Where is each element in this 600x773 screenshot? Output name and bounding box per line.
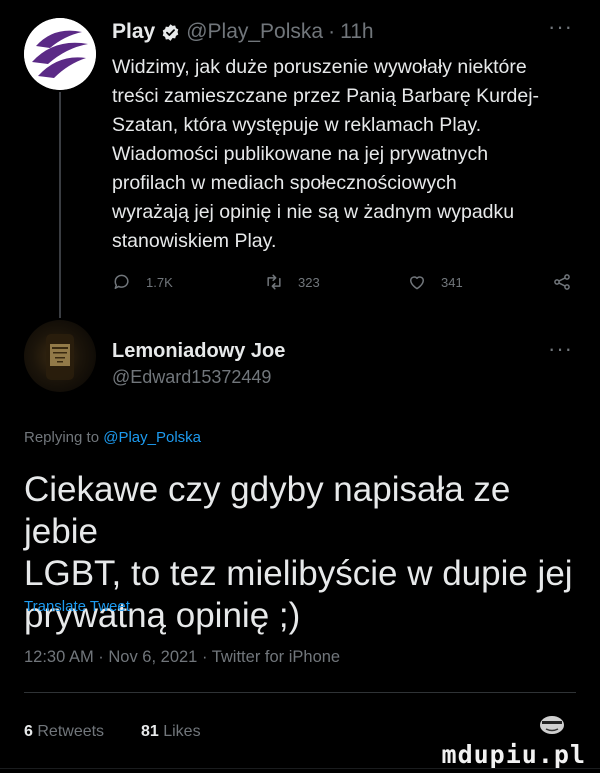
verified-badge-icon: [162, 23, 179, 41]
lemoniadowy-avatar[interactable]: [24, 320, 96, 392]
tweet1-text: Widzimy, jak duże poruszenie wywołały ni…: [112, 53, 582, 256]
heart-icon: [410, 276, 424, 290]
tweet-stats: 6 Retweets 81 Likes: [24, 723, 201, 741]
play-logo-icon: [24, 18, 96, 90]
replying-to: Replying to @Play_Polska: [24, 429, 201, 446]
header-separator: ·: [328, 20, 336, 43]
like-button[interactable]: 341: [407, 272, 463, 292]
thread-line: [59, 92, 61, 318]
tweet1-line: stanowiskiem Play.: [112, 230, 277, 252]
retweets-label: Retweets: [37, 723, 105, 740]
divider: [24, 692, 576, 693]
bottle-label-icon: [46, 334, 74, 380]
retweet-count: 323: [298, 274, 320, 290]
tweet1-line: wyrażają jej opinię i nie są w żadnym wy…: [112, 201, 515, 223]
retweet-icon: [267, 274, 281, 290]
tweet1-actions: 1.7K 323 341: [112, 272, 580, 296]
watermark-face-icon: [540, 716, 564, 734]
play-avatar[interactable]: [24, 18, 96, 90]
author-name-2[interactable]: Lemoniadowy Joe: [112, 340, 285, 363]
watermark-logo: mdupiu.pl: [441, 740, 586, 769]
translate-tweet-link[interactable]: Translate Tweet: [24, 598, 130, 615]
more-options-icon[interactable]: ···: [548, 336, 573, 362]
tweet1-header: Play @Play_Polska · 11h: [112, 20, 374, 44]
tweet1-line: Szatan, która występuje w reklamach Play…: [112, 114, 482, 136]
retweets-count: 6: [24, 723, 33, 740]
likes-count: 81: [140, 723, 159, 740]
tweet2-line: Ciekawe czy gdyby napisała ze jebie: [24, 470, 511, 551]
reply-icon: [114, 274, 129, 289]
share-button[interactable]: [552, 272, 572, 292]
reply-button[interactable]: 1.7K: [112, 272, 173, 292]
tweet1-line: profilach w mediach społecznościowych: [112, 172, 457, 194]
tweet1-line: treści zamieszczane przez Panią Barbarę …: [112, 85, 540, 107]
tweet1-line: Wiadomości publikowane na jej prywatnych: [112, 143, 489, 165]
tweet2-line: LGBT, to tez mielibyście w dupie jej: [24, 554, 573, 593]
tweet-time[interactable]: 11h: [340, 20, 373, 44]
tweet-meta[interactable]: 12:30 AM · Nov 6, 2021 · Twitter for iPh…: [24, 648, 340, 667]
replying-to-link[interactable]: @Play_Polska: [103, 429, 201, 446]
author-name[interactable]: Play: [112, 20, 155, 44]
more-options-icon[interactable]: ···: [548, 14, 573, 40]
retweets-stat[interactable]: 6 Retweets: [24, 723, 109, 740]
like-count: 341: [441, 274, 463, 290]
likes-label: Likes: [163, 723, 201, 740]
author-handle-2[interactable]: @Edward15372449: [112, 367, 271, 388]
retweet-button[interactable]: 323: [264, 272, 320, 292]
share-icon: [554, 274, 570, 290]
author-handle[interactable]: @Play_Polska: [186, 20, 323, 44]
reply-count: 1.7K: [146, 274, 173, 290]
likes-stat[interactable]: 81 Likes: [141, 723, 201, 740]
replying-prefix: Replying to: [24, 429, 100, 446]
tweet1-line: Widzimy, jak duże poruszenie wywołały ni…: [112, 56, 527, 78]
